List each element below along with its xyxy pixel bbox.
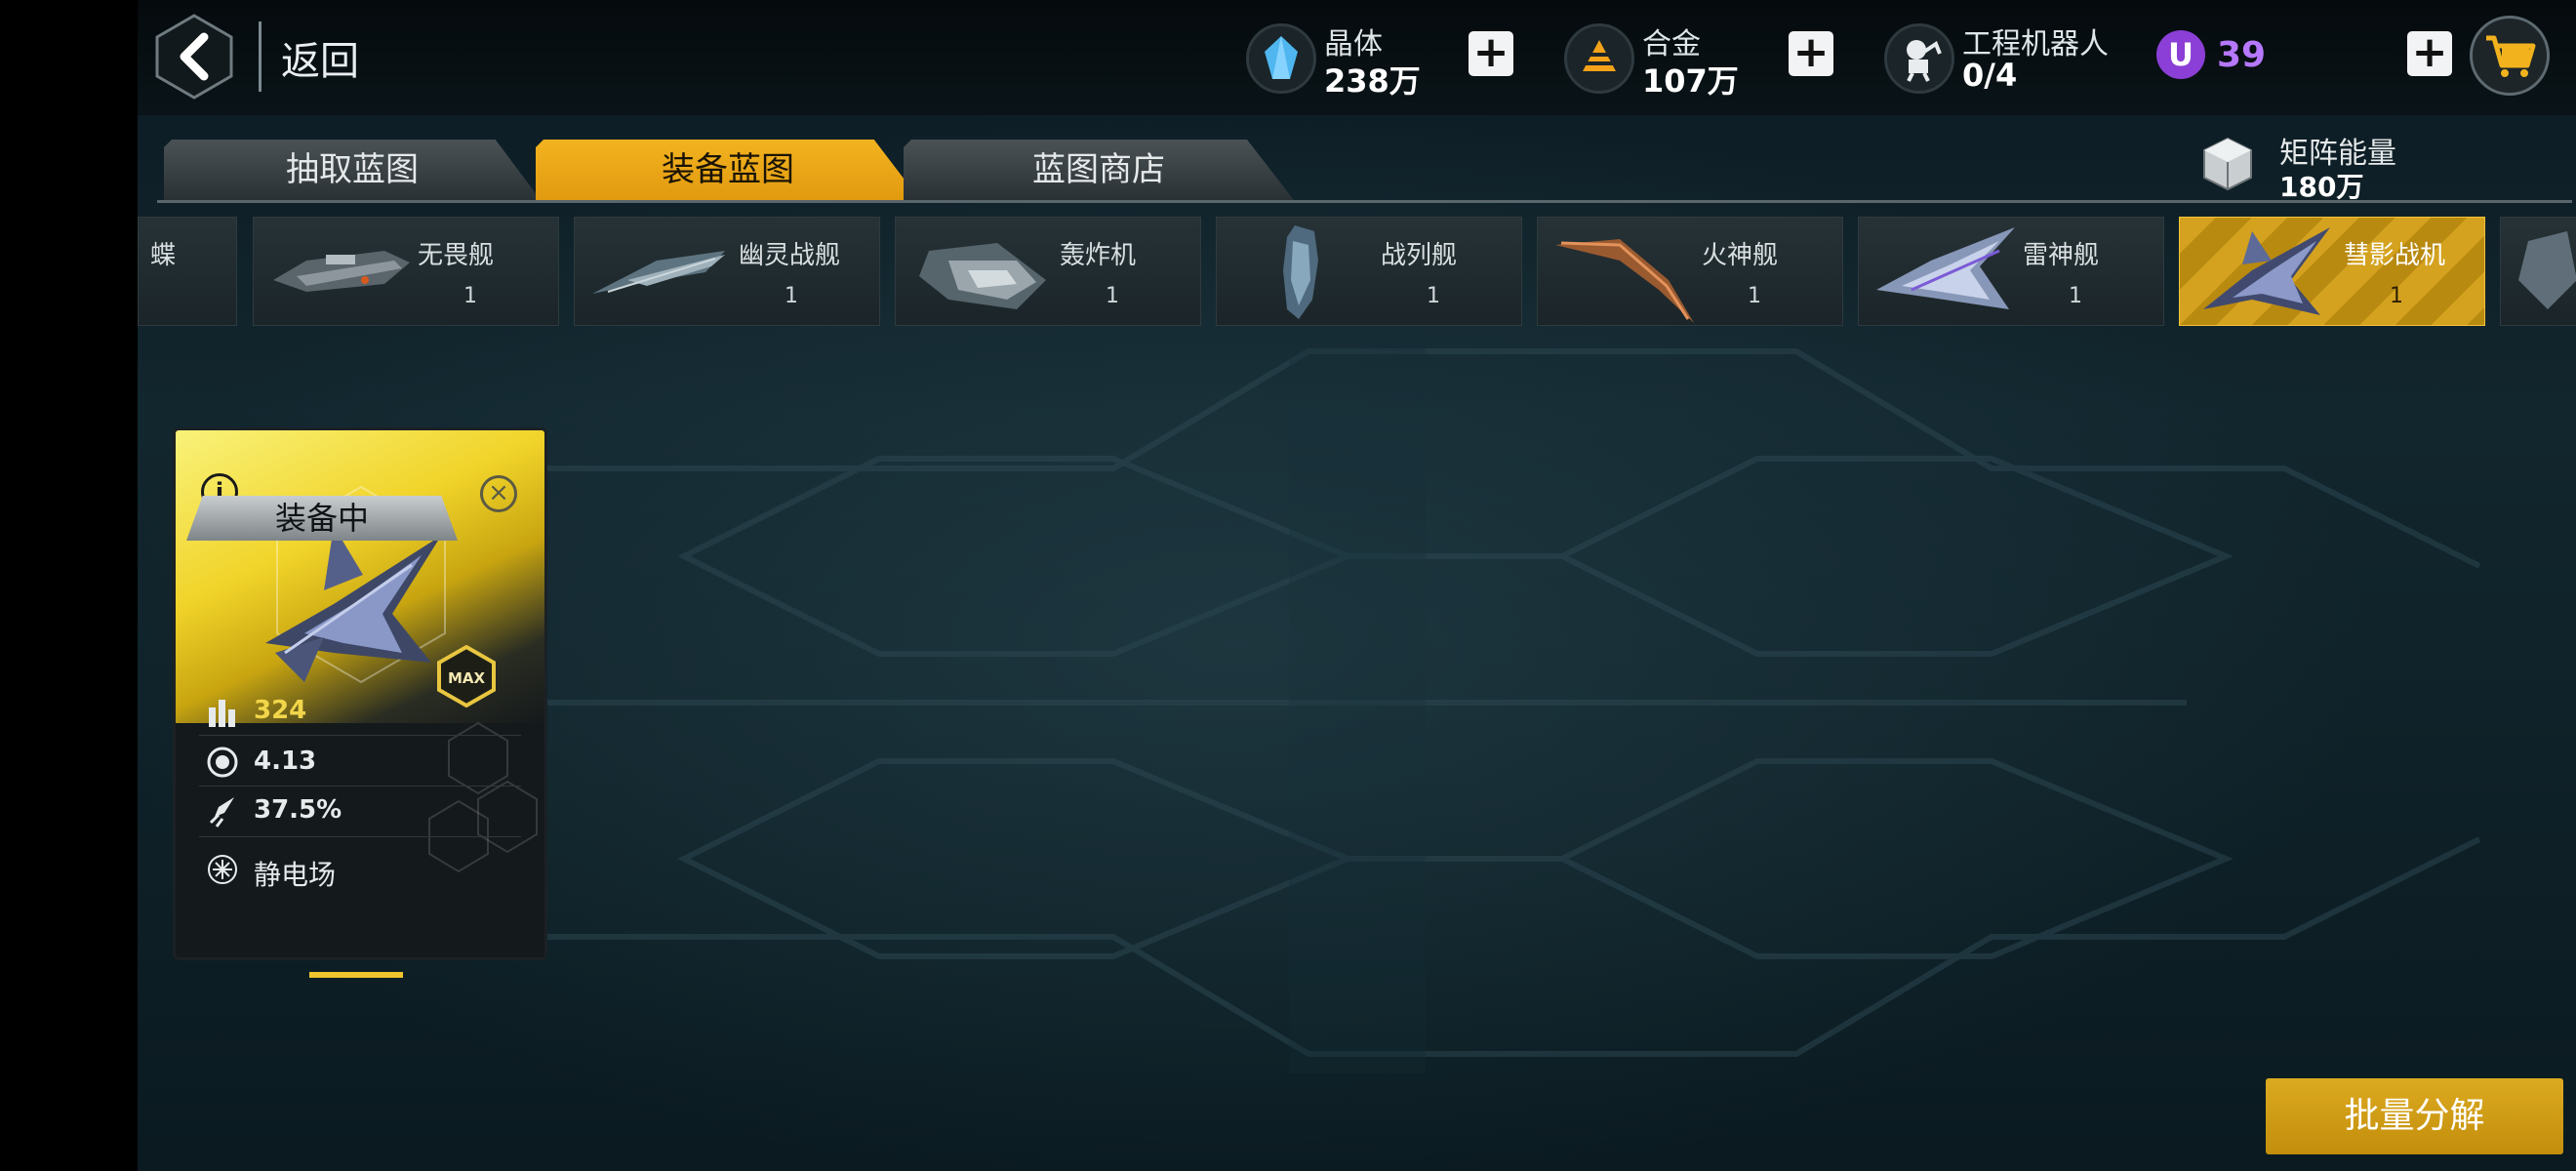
bomber-icon [919,243,1046,309]
alloy-value: 107万 [1642,62,1739,100]
tab-blueprint-shop[interactable]: 蓝图商店 [904,140,1294,200]
robot-value: 0/4 [1962,57,2018,94]
ship-count: 1 [1427,284,1440,308]
ship-count: 1 [2069,284,2082,308]
dreadnought-icon [273,251,410,292]
crystal-resource: 晶体 238万 [1246,18,1441,100]
cart-icon [2486,35,2536,77]
reactor-icon [207,747,238,778]
vulcan-ship-icon [1555,239,1694,323]
burst-icon [208,855,237,884]
ship-count: 1 [1748,284,1761,308]
matrix-cube-icon [2203,137,2252,191]
ghost-ship-icon [592,251,725,294]
matrix-energy-value: 180万 [2279,171,2364,203]
thor-ship-icon [1876,227,2015,309]
ship-count: 1 [463,284,477,308]
ammo-icon [209,700,235,727]
ship-count: 1 [785,284,798,308]
tab-equip-blueprint[interactable]: 装备蓝图 [536,140,920,200]
premium-currency-icon: U [2156,30,2205,79]
stat-divider [199,735,521,736]
max-level-badge: MAX [437,645,496,707]
ship-card-comet[interactable]: 彗影战机 1 [2179,217,2485,326]
close-icon[interactable]: × [480,475,517,512]
stat-reactor-value: 4.13 [254,747,317,776]
ship-name: 无畏舰 [418,241,495,270]
robot-resource: 工程机器人 0/4 [1884,18,2138,96]
ship-icon [2518,231,2576,309]
ship-name: 雷神舰 [2023,241,2100,270]
crystal-icon [1246,23,1316,94]
back-button[interactable] [155,14,233,100]
ship-card-dreadnought[interactable]: 无畏舰 1 [253,217,559,326]
stat-divider [199,836,521,837]
ship-card-vulcan[interactable]: 火神舰 1 [1537,217,1843,326]
engine-icon [209,797,234,828]
ship-count: 1 [2390,284,2403,308]
stat-divider [199,786,521,787]
back-divider [259,21,262,92]
stat-engine-value: 37.5% [254,795,342,825]
bulk-decompose-button[interactable]: 批量分解 [2266,1078,2563,1154]
ship-name: 蝶 [150,241,177,270]
back-label[interactable]: 返回 [281,29,359,86]
crystal-value: 238万 [1324,62,1421,100]
equipped-indicator [309,972,403,978]
ship-card-ghost[interactable]: 幽灵战舰 1 [574,217,880,326]
ship-card-partial-right[interactable] [2500,217,2576,326]
equipped-status-button[interactable]: 装备中 [186,496,458,541]
matrix-energy: 矩阵能量 180万 [2196,129,2450,203]
ship-count: 1 [1106,284,1119,308]
ship-card-bomber[interactable]: 轰炸机 1 [895,217,1201,326]
shop-cart-button[interactable] [2470,16,2550,96]
add-crystal-button[interactable]: + [1469,31,1513,76]
ship-card-partial[interactable]: 蝶 [138,217,237,326]
ship-type-strip[interactable]: 蝶 无畏舰 1 幽灵战舰 1 轰炸机 1 战列舰 1 火神舰 1 雷神舰 1 彗… [138,215,2576,330]
letterbox [0,0,138,1171]
ship-name: 火神舰 [1702,241,1779,270]
ship-name: 幽灵战舰 [739,241,841,270]
ship-card-battleship[interactable]: 战列舰 1 [1216,217,1522,326]
tab-draw-blueprint[interactable]: 抽取蓝图 [164,140,541,200]
ship-name: 轰炸机 [1060,241,1137,270]
comet-fighter-icon [2203,227,2330,315]
add-premium-button[interactable]: + [2407,31,2452,76]
stat-ammo-value: 324 [254,696,307,725]
ability-label: 静电场 [254,859,337,891]
ship-card-thor[interactable]: 雷神舰 1 [1858,217,2164,326]
add-alloy-button[interactable]: + [1789,31,1833,76]
max-label: MAX [448,669,486,687]
ship-name: 彗影战机 [2344,241,2446,270]
battleship-icon [1283,225,1318,319]
game-screen: 返回 晶体 238万 + 合金 107万 + 工程机器人 0/4 U 39 + [138,0,2576,1171]
alloy-resource: 合金 107万 [1564,18,1759,100]
alloy-icon [1564,23,1634,94]
premium-currency-value: 39 [2217,35,2267,75]
robot-icon [1884,23,1954,94]
ship-name: 战列舰 [1381,241,1458,270]
